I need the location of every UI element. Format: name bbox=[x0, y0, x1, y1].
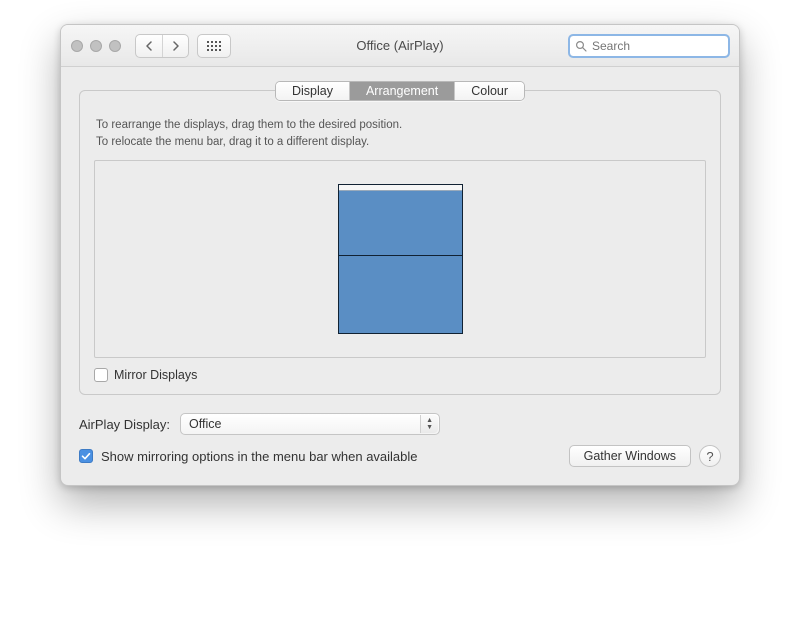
chevron-left-icon bbox=[145, 41, 153, 51]
traffic-lights bbox=[71, 40, 121, 52]
tab-bar: Display Arrangement Colour bbox=[79, 81, 721, 101]
arrangement-arena[interactable] bbox=[94, 160, 706, 358]
zoom-dot[interactable] bbox=[109, 40, 121, 52]
check-icon bbox=[81, 451, 91, 461]
show-mirroring-label: Show mirroring options in the menu bar w… bbox=[101, 449, 418, 464]
mirror-checkbox[interactable] bbox=[94, 368, 108, 382]
airplay-row: AirPlay Display: Office ▲▼ bbox=[79, 413, 721, 435]
tab-display[interactable]: Display bbox=[276, 82, 350, 100]
minimize-dot[interactable] bbox=[90, 40, 102, 52]
instruction-line-2: To relocate the menu bar, drag it to a d… bbox=[96, 134, 704, 151]
display-primary[interactable] bbox=[338, 184, 463, 256]
tab-colour[interactable]: Colour bbox=[455, 82, 524, 100]
bottom-row: Show mirroring options in the menu bar w… bbox=[79, 445, 721, 467]
arrangement-panel: To rearrange the displays, drag them to … bbox=[79, 90, 721, 395]
show-mirroring-checkbox[interactable] bbox=[79, 449, 93, 463]
search-input[interactable] bbox=[569, 35, 729, 57]
grid-icon bbox=[207, 41, 221, 51]
mirror-label: Mirror Displays bbox=[114, 368, 197, 382]
forward-button[interactable] bbox=[162, 35, 188, 57]
lower-controls: AirPlay Display: Office ▲▼ Show mirrorin… bbox=[79, 413, 721, 467]
back-button[interactable] bbox=[136, 35, 162, 57]
show-all-button[interactable] bbox=[197, 34, 231, 58]
search-icon bbox=[575, 40, 587, 52]
mirror-row: Mirror Displays bbox=[94, 368, 706, 382]
displays-group bbox=[338, 184, 463, 334]
nav-back-forward bbox=[135, 34, 189, 58]
airplay-label: AirPlay Display: bbox=[79, 417, 170, 432]
display-secondary[interactable] bbox=[338, 256, 463, 334]
preferences-window: Office (AirPlay) Display Arrangement Col… bbox=[60, 24, 740, 486]
help-button[interactable]: ? bbox=[699, 445, 721, 467]
airplay-select[interactable]: Office ▲▼ bbox=[180, 413, 440, 435]
chevron-right-icon bbox=[172, 41, 180, 51]
airplay-value: Office bbox=[189, 417, 221, 431]
stepper-arrows-icon: ▲▼ bbox=[420, 415, 438, 433]
gather-windows-button[interactable]: Gather Windows bbox=[569, 445, 691, 467]
menu-bar-handle[interactable] bbox=[339, 185, 462, 191]
tab-arrangement[interactable]: Arrangement bbox=[350, 82, 455, 100]
search-wrap bbox=[569, 35, 729, 57]
instruction-line-1: To rearrange the displays, drag them to … bbox=[96, 117, 704, 134]
close-dot[interactable] bbox=[71, 40, 83, 52]
content: Display Arrangement Colour To rearrange … bbox=[61, 67, 739, 485]
titlebar: Office (AirPlay) bbox=[61, 25, 739, 67]
instructions: To rearrange the displays, drag them to … bbox=[96, 117, 704, 150]
